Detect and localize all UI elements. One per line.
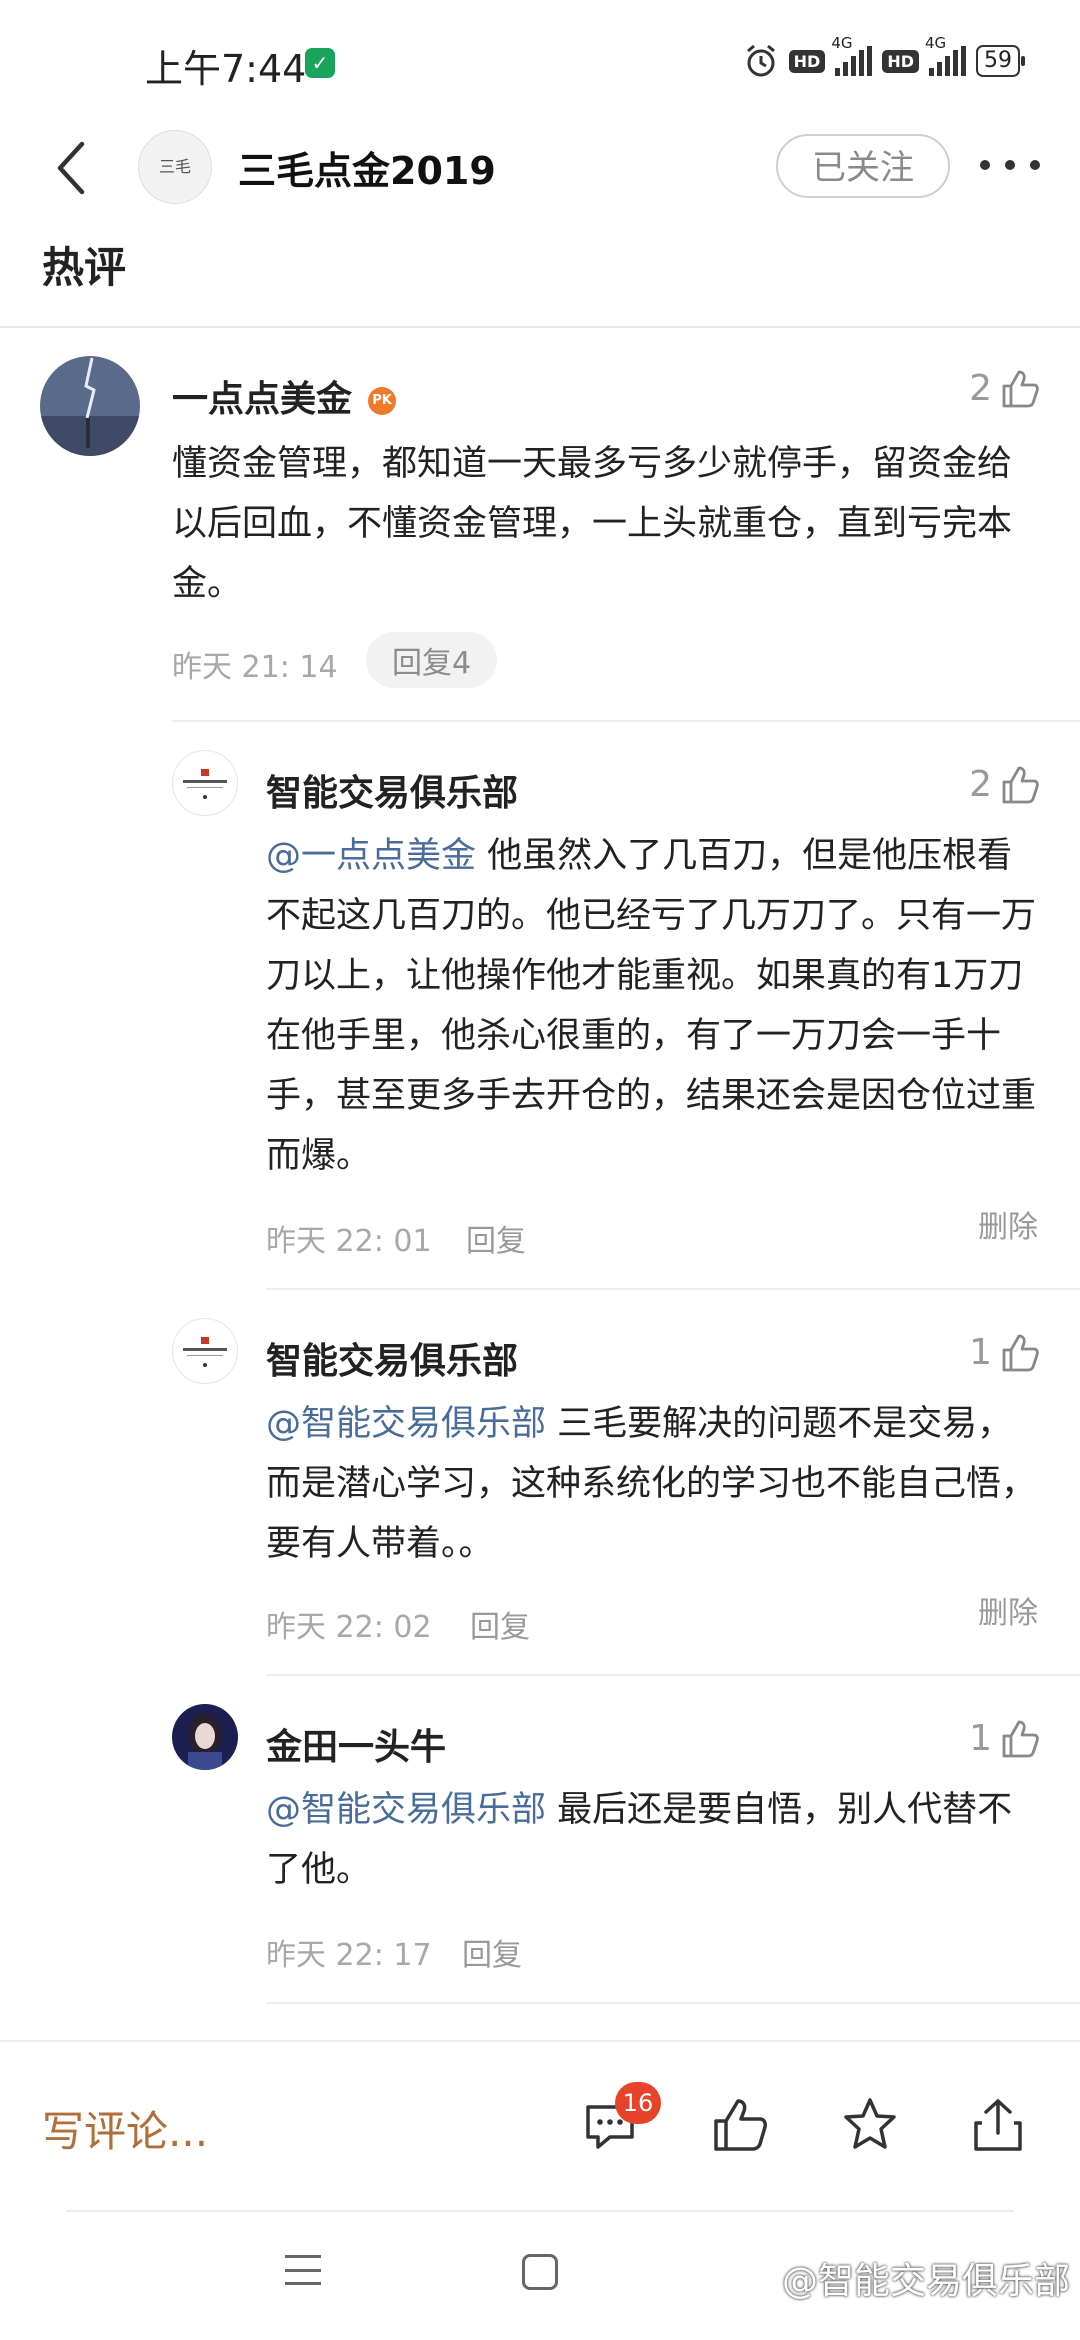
comment-text: 懂资金管理，都知道一天最多亏多少就停手，留资金给以后回血，不懂资金管理，一上头就… xyxy=(172,444,1013,604)
reply-time: 昨天 22: 01 xyxy=(266,1224,432,1259)
divider xyxy=(266,1674,1080,1676)
write-comment-input[interactable]: 写评论... xyxy=(42,2098,208,2159)
reply-time: 昨天 22: 17 xyxy=(266,1938,432,1973)
mention-link[interactable]: @智能交易俱乐部 xyxy=(266,1404,546,1444)
mention-link[interactable]: @一点点美金 xyxy=(266,836,476,876)
reply-time: 昨天 22: 02 xyxy=(266,1610,432,1645)
like-button[interactable]: 1 xyxy=(969,1718,1040,1759)
menu-nav-icon[interactable] xyxy=(285,2255,321,2285)
reply-text: @智能交易俱乐部 三毛要解决的问题不是交易，而是潜心学习，这种系统化的学习也不能… xyxy=(266,1394,1046,1574)
divider xyxy=(0,2040,1080,2042)
mention-link[interactable]: @智能交易俱乐部 xyxy=(266,1790,546,1830)
reply-avatar[interactable] xyxy=(172,1704,238,1770)
like-count: 2 xyxy=(969,764,992,805)
commenter-avatar[interactable] xyxy=(40,356,140,456)
hd-badge-2: HD xyxy=(882,49,919,73)
thumbs-up-icon xyxy=(1002,766,1039,803)
like-count: 1 xyxy=(969,1332,992,1373)
reply-text: @一点点美金 他虽然入了几百刀，但是他压根看不起这几百刀的。他已经亏了几万刀了。… xyxy=(266,826,1046,1186)
divider xyxy=(266,1288,1080,1290)
like-button[interactable]: 2 xyxy=(969,368,1040,409)
divider xyxy=(0,326,1080,328)
network-label-1: 4G xyxy=(831,34,853,52)
delete-button[interactable]: 删除 xyxy=(978,1588,1038,1632)
like-count: 2 xyxy=(969,368,992,409)
reply-button[interactable]: 回复 xyxy=(466,1216,526,1260)
battery-indicator: 59 xyxy=(976,45,1025,77)
thumbs-up-icon xyxy=(1002,370,1039,407)
comment-time: 昨天 21: 14 xyxy=(172,650,338,685)
hot-comments-heading: 热评 xyxy=(42,243,127,292)
hd-badge-1: HD xyxy=(788,49,826,73)
divider xyxy=(172,720,1080,722)
alarm-icon xyxy=(746,44,775,77)
reply-author[interactable]: 金田一头牛 xyxy=(266,1718,446,1770)
favorite-star-icon[interactable] xyxy=(840,2095,900,2155)
share-icon[interactable] xyxy=(968,2095,1028,2155)
commenter-name-text[interactable]: 一点点美金 xyxy=(172,379,352,420)
reply-avatar[interactable] xyxy=(172,1318,238,1384)
reply-text: @智能交易俱乐部 最后还是要自悟，别人代替不了他。 xyxy=(266,1780,1046,1900)
follow-button[interactable]: 已关注 xyxy=(776,134,950,198)
divider xyxy=(66,2210,1014,2212)
author-avatar[interactable]: 三毛 xyxy=(138,130,212,204)
reply-count-button[interactable]: 回复4 xyxy=(366,632,498,688)
signal-icon-1: 4G xyxy=(831,34,873,76)
page-title: 三毛点金2019 xyxy=(238,149,496,193)
more-options-icon[interactable] xyxy=(980,140,1040,190)
like-count: 1 xyxy=(969,1718,992,1759)
reply-button[interactable]: 回复 xyxy=(462,1930,522,1974)
home-nav-icon[interactable] xyxy=(522,2254,558,2290)
signal-icon-2: 4G xyxy=(925,34,966,76)
status-time: 上午7:44 xyxy=(145,47,307,91)
thumbs-up-icon xyxy=(1002,1334,1039,1371)
shield-icon: ✓ xyxy=(305,48,335,78)
reply-body: 他虽然入了几百刀，但是他压根看不起这几百刀的。他已经亏了几万刀了。只有一万刀以上… xyxy=(266,836,1037,1176)
like-button[interactable]: 1 xyxy=(969,1332,1040,1373)
pk-badge-icon: PK xyxy=(368,387,397,415)
watermark: @智能交易俱乐部 xyxy=(781,2261,1070,2302)
comment-count-badge: 16 xyxy=(615,2082,661,2124)
like-button[interactable]: 2 xyxy=(969,764,1040,805)
network-label-2: 4G xyxy=(925,34,947,52)
like-icon[interactable] xyxy=(710,2095,770,2155)
commenter-name[interactable]: 一点点美金 PK xyxy=(172,370,397,422)
reply-author[interactable]: 智能交易俱乐部 xyxy=(266,764,518,816)
reply-button[interactable]: 回复 xyxy=(470,1602,530,1646)
divider xyxy=(266,2002,1080,2004)
status-icons: HD 4G HD 4G 59 xyxy=(743,34,1025,84)
delete-button[interactable]: 删除 xyxy=(978,1202,1038,1246)
back-arrow-icon[interactable] xyxy=(48,138,92,198)
reply-avatar[interactable] xyxy=(172,750,238,816)
thumbs-up-icon xyxy=(1002,1720,1039,1757)
reply-author[interactable]: 智能交易俱乐部 xyxy=(266,1332,518,1384)
